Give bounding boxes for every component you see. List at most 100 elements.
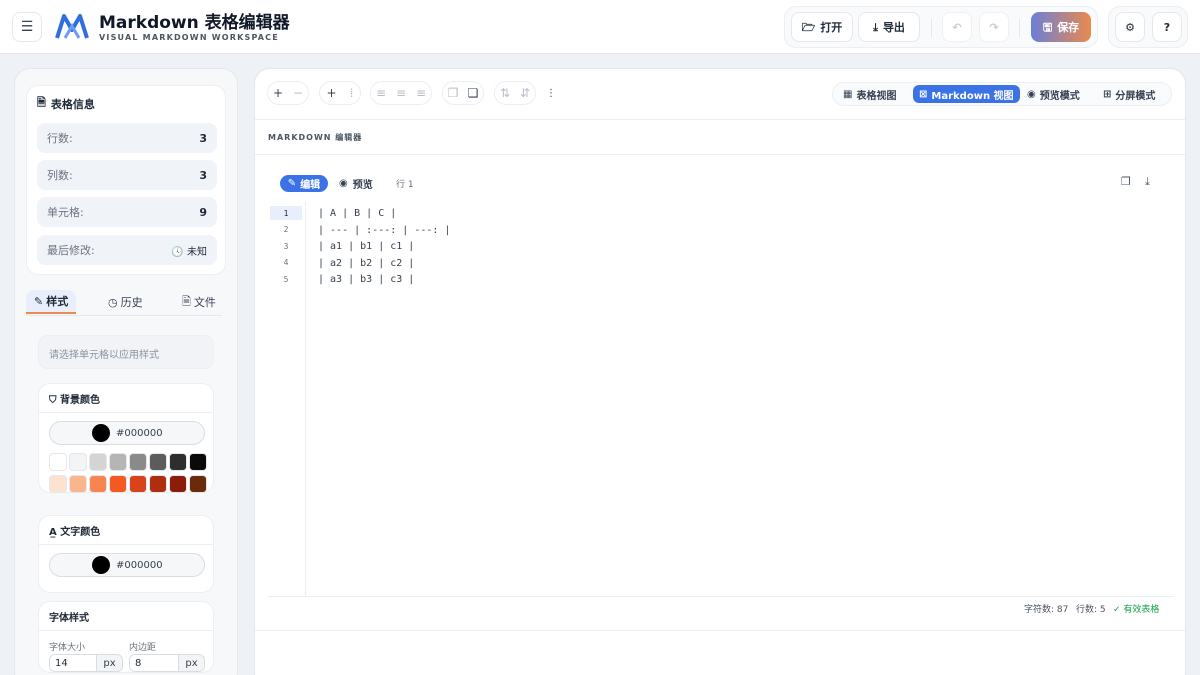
sort-asc-icon[interactable]: ⇅ <box>500 86 510 100</box>
color-swatch[interactable] <box>169 475 187 493</box>
edit-mode-button[interactable]: ✎ 编辑 <box>280 175 328 192</box>
fill-icon: ⛉ <box>49 395 57 406</box>
code-line: | a3 | b3 | c3 | <box>318 274 415 285</box>
more-button[interactable]: ⋮ <box>543 81 559 105</box>
line-number: 5 <box>283 274 289 284</box>
line-number: 3 <box>283 241 289 251</box>
align-right-icon[interactable]: ≡ <box>416 86 426 100</box>
valid-table-status: ✓ 有效表格 <box>1113 605 1160 615</box>
color-swatch[interactable] <box>89 453 107 471</box>
align-left-icon[interactable]: ≡ <box>376 86 386 100</box>
hamburger-icon: ☰ <box>20 19 34 35</box>
history-icon: ◷ <box>108 295 118 309</box>
color-swatch[interactable] <box>129 475 147 493</box>
save-button[interactable]: 🖫 保存 <box>1031 12 1091 42</box>
preview-mode-button[interactable]: ◉ 预览 <box>339 175 373 192</box>
copy-icon[interactable]: ❐ <box>448 86 459 100</box>
code-line: | --- | :---: | ---: | <box>318 225 451 236</box>
paint-icon: ✎ <box>34 294 44 308</box>
open-button[interactable]: 🗁 打开 <box>791 12 853 42</box>
main-panel: + − + ⁞ ≡ ≡ ≡ ❐ ❏ ⇅ ⇵ ⋮ ▦ 表格视图 ⊠ Markdown 视图 ◉ 预览… <box>254 68 1186 675</box>
markdown-editor[interactable]: 1 2 3 4 5 | A | B | C | | --- | :---: | … <box>268 202 1174 597</box>
code-line: | a2 | b2 | c2 | <box>318 258 415 269</box>
table-info-card: 🗎 表格信息 行数: 3 列数: 3 单元格: 9 最后修改: 🕓 未知 <box>26 85 226 275</box>
color-swatch[interactable] <box>129 453 147 471</box>
style-hint: 请选择单元格以应用样式 <box>38 335 214 369</box>
view-markdown-button[interactable]: ⊠ Markdown 视图 <box>913 85 1020 103</box>
sort-desc-icon[interactable]: ⇵ <box>520 86 530 100</box>
stat-row-last-modified: 最后修改: 🕓 未知 <box>37 235 217 265</box>
clock-icon: 🕓 <box>171 246 184 258</box>
add-column-button[interactable]: + <box>327 86 337 100</box>
line-number: 1 <box>270 206 302 220</box>
stat-row-cells: 单元格: 9 <box>37 197 217 227</box>
color-swatch[interactable] <box>149 453 167 471</box>
text-color-picker[interactable]: #000000 <box>49 553 205 577</box>
line-number: 2 <box>283 224 289 234</box>
code-line: | A | B | C | <box>318 208 397 219</box>
paste-icon[interactable]: ❏ <box>468 86 479 100</box>
color-swatch[interactable] <box>89 475 107 493</box>
remove-row-button[interactable]: − <box>293 86 303 100</box>
font-size-input[interactable]: 14 px <box>49 654 123 672</box>
markdown-icon: ⊠ <box>919 88 928 100</box>
stat-row-rows: 行数: 3 <box>37 123 217 153</box>
redo-button[interactable]: ↷ <box>979 12 1009 42</box>
download-icon: ⤓ <box>873 20 878 34</box>
tab-style[interactable]: ✎ 样式 <box>26 290 77 314</box>
background-color-card: ⛉ 背景颜色 #000000 <box>38 383 214 493</box>
line-count: 行数: 5 <box>1076 605 1106 615</box>
app-logo <box>55 14 89 39</box>
align-center-icon[interactable]: ≡ <box>396 86 406 100</box>
header-divider <box>1019 19 1020 37</box>
view-switcher: ▦ 表格视图 ⊠ Markdown 视图 ◉ 预览模式 ⊞ 分屏模式 <box>832 82 1172 106</box>
background-color-picker[interactable]: #000000 <box>49 421 205 445</box>
menu-button[interactable]: ☰ <box>12 12 42 42</box>
download-markdown-button[interactable]: ⤓ <box>1145 175 1150 189</box>
view-table-button[interactable]: ▦ 表格视图 <box>837 85 902 103</box>
app-header: ☰ Markdown 表格编辑器 VISUAL MARKDOWN WORKSPA… <box>0 0 1200 54</box>
tab-history[interactable]: ◷ 历史 <box>100 290 151 314</box>
color-swatch[interactable] <box>169 453 187 471</box>
header-utilities: ⚙ ? <box>1108 6 1188 48</box>
undo-button[interactable]: ↶ <box>942 12 972 42</box>
editor-section-label: MARKDOWN 编辑器 <box>268 133 363 142</box>
view-preview-button[interactable]: ◉ 预览模式 <box>1021 85 1086 103</box>
header-divider <box>931 19 932 37</box>
stat-row-columns: 列数: 3 <box>37 160 217 190</box>
table-info-title: 🗎 表格信息 <box>37 94 95 113</box>
redo-icon: ↷ <box>989 20 999 34</box>
color-swatch[interactable] <box>149 475 167 493</box>
color-swatch[interactable] <box>69 453 87 471</box>
padding-input[interactable]: 8 px <box>129 654 205 672</box>
add-row-button[interactable]: + <box>273 86 283 100</box>
font-style-card: 字体样式 字体大小 内边距 14 px 8 px <box>38 601 214 673</box>
copy-markdown-button[interactable]: ❐ <box>1121 175 1131 188</box>
color-swatch[interactable] <box>189 475 207 493</box>
color-swatch[interactable] <box>109 475 127 493</box>
download-icon: ⤓ <box>1145 175 1150 188</box>
save-icon: 🖫 <box>1042 20 1053 34</box>
color-swatch[interactable] <box>49 475 67 493</box>
color-swatch[interactable] <box>69 475 87 493</box>
row-toolbar-group: + − <box>267 81 309 105</box>
tab-files[interactable]: 🗎 文件 <box>174 290 224 314</box>
help-button[interactable]: ? <box>1152 12 1182 42</box>
color-swatch[interactable] <box>109 453 127 471</box>
export-button[interactable]: ⤓ 导出 <box>858 12 920 42</box>
folder-open-icon: 🗁 <box>801 20 816 34</box>
sort-toolbar-group: ⇅ ⇵ <box>494 81 536 105</box>
pencil-icon: ✎ <box>287 178 297 189</box>
settings-button[interactable]: ⚙ <box>1115 12 1145 42</box>
help-icon: ? <box>1163 20 1171 34</box>
align-toolbar-group: ≡ ≡ ≡ <box>370 81 432 105</box>
view-split-button[interactable]: ⊞ 分屏模式 <box>1097 85 1161 103</box>
color-swatch[interactable] <box>189 453 207 471</box>
color-swatch[interactable] <box>49 453 67 471</box>
eye-icon: ◉ <box>339 178 348 189</box>
code-line: | a1 | b1 | c1 | <box>318 241 415 252</box>
eye-icon: ◉ <box>1027 88 1036 100</box>
remove-column-button[interactable]: ⁞ <box>350 86 354 100</box>
app-subtitle: VISUAL MARKDOWN WORKSPACE <box>99 33 279 42</box>
cursor-line-indicator: 行 1 <box>396 180 414 190</box>
